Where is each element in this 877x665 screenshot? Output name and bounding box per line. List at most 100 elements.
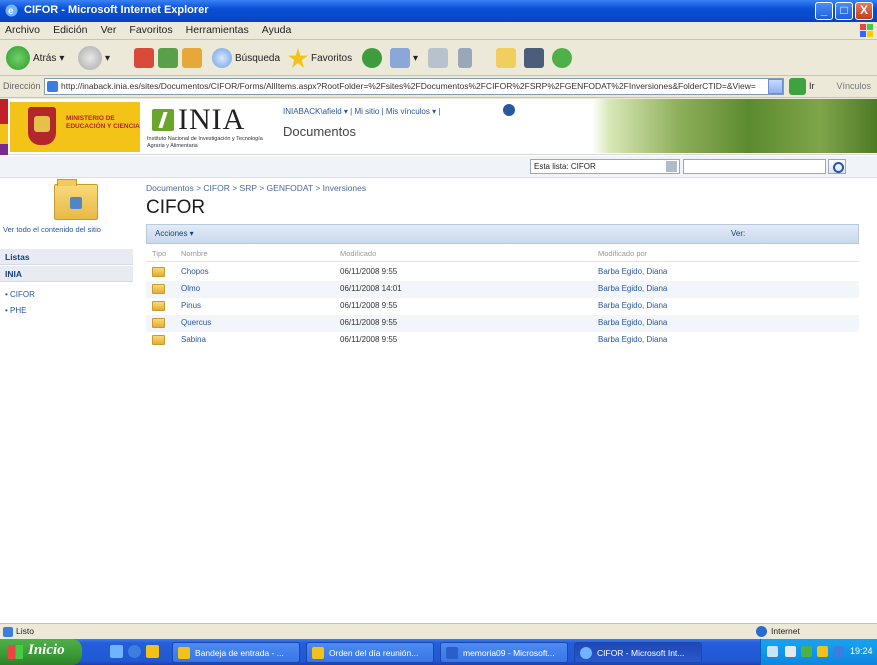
network-icon[interactable] [801,646,812,657]
search-scope-select[interactable]: Esta lista: CIFOR [530,159,680,174]
help-icon[interactable] [503,104,515,116]
site-title[interactable]: Documentos [283,124,356,139]
back-button[interactable]: Atrás ▾ [6,44,64,72]
folder-icon [152,318,165,328]
favorites-button[interactable]: Favoritos [288,44,352,72]
magnifier-icon [212,48,232,68]
row-name[interactable]: Quercus [181,318,211,327]
chevron-down-icon: ▾ [59,52,65,64]
taskbar-item-word[interactable]: memoria09 - Microsoft... [440,642,568,663]
taskbar-item-inbox[interactable]: Bandeja de entrada - ... [172,642,300,663]
home-icon [182,48,202,68]
chevron-down-icon: ▾ [413,52,419,64]
actions-menu[interactable]: Acciones ▾ [155,229,194,238]
site-header: MINISTERIO DE EDUCACIÓN Y CIENCIA INIA I… [0,99,877,155]
row-name[interactable]: Sabina [181,335,206,344]
edit-button[interactable] [458,44,472,72]
breadcrumb[interactable]: Documentos > CIFOR > SRP > GENFODAT > In… [146,183,366,193]
menu-archivo[interactable]: Archivo [0,22,45,38]
clock[interactable]: 19:24 [850,646,873,656]
coat-of-arms-icon [28,107,56,145]
nav-item-phe[interactable]: • PHE [5,306,26,315]
nav-header-lists[interactable]: Listas [0,249,133,265]
row-modified: 06/11/2008 9:55 [340,267,398,276]
search-go-icon[interactable] [828,159,846,174]
show-desktop-icon[interactable] [110,645,123,658]
row-name[interactable]: Olmo [181,284,200,293]
start-button[interactable]: Inicio [0,639,82,665]
outlook-icon [178,647,190,659]
back-arrow-icon [6,46,30,70]
tray-app-icon[interactable] [833,646,844,657]
refresh-button[interactable] [158,44,178,72]
tray-app-icon[interactable] [817,646,828,657]
user-links[interactable]: INIABACK\afield ▾ | Mi sitio | Mis víncu… [283,107,440,116]
close-button[interactable]: X [855,2,873,20]
web-page: MINISTERIO DE EDUCACIÓN Y CIENCIA INIA I… [0,99,877,623]
favorites-label: Favoritos [311,52,353,64]
task-label: CIFOR - Microsoft Int... [597,648,685,658]
go-button[interactable]: Ir [809,81,815,91]
taskbar-item-agenda[interactable]: Orden del día reunión... [306,642,434,663]
taskbar-item-ie[interactable]: CIFOR - Microsoft Int... [574,642,702,663]
col-type[interactable]: Tipo [152,249,166,258]
nav-header-inia[interactable]: INIA [0,266,133,282]
messenger-button[interactable] [552,44,572,72]
print-icon [428,48,448,68]
stop-button[interactable] [134,44,154,72]
row-modified-by[interactable]: Barba Egido, Diana [598,318,667,327]
chevron-down-icon: ▾ [105,52,111,64]
inia-logo-text[interactable]: INIA [178,103,245,137]
maximize-button[interactable]: □ [835,2,853,20]
history-button[interactable] [362,44,382,72]
table-row[interactable]: Quercus 06/11/2008 9:55 Barba Egido, Dia… [146,315,859,332]
folder-button[interactable] [496,44,516,72]
language-icon[interactable] [767,646,778,657]
svg-text:e: e [8,6,14,17]
address-dropdown-button[interactable] [768,79,783,94]
table-row[interactable]: Sabina 06/11/2008 9:55 Barba Egido, Dian… [146,332,859,349]
search-input[interactable] [683,159,826,174]
research-button[interactable] [524,44,544,72]
menu-herramientas[interactable]: Herramientas [181,22,254,38]
security-zone[interactable]: Internet [771,626,800,636]
globe-icon [756,626,767,637]
row-modified-by[interactable]: Barba Egido, Diana [598,284,667,293]
col-modified-by[interactable]: Modificado por [598,249,647,258]
view-all-content-link[interactable]: Ver todo el contenido del sitio [3,225,131,234]
title-bar[interactable]: e CIFOR - Microsoft Internet Explorer _ … [0,0,877,22]
menu-ver[interactable]: Ver [96,22,122,38]
address-input[interactable]: http://inaback.inia.es/sites/Documentos/… [44,78,784,95]
table-row[interactable]: Pinus 06/11/2008 9:55 Barba Egido, Diana [146,298,859,315]
view-selector[interactable]: Ver: [731,229,745,238]
menu-ayuda[interactable]: Ayuda [257,22,297,38]
mail-button[interactable]: ▾ [390,44,418,72]
folder-icon [152,301,165,311]
table-row[interactable]: Olmo 06/11/2008 14:01 Barba Egido, Diana [146,281,859,298]
row-name[interactable]: Chopos [181,267,209,276]
links-button[interactable]: Vínculos [836,81,871,91]
forward-button[interactable]: ▾ [78,44,110,72]
go-arrow-icon[interactable] [789,78,806,95]
minimize-button[interactable]: _ [815,2,833,20]
chevron-down-icon [666,161,677,172]
history-icon [362,48,382,68]
volume-icon[interactable] [785,646,796,657]
row-name[interactable]: Pinus [181,301,201,310]
address-label: Dirección [3,81,41,91]
print-button[interactable] [428,44,448,72]
ministry-logo[interactable]: MINISTERIO DE EDUCACIÓN Y CIENCIA [10,102,140,152]
outlook-quicklaunch-icon[interactable] [146,645,159,658]
col-modified[interactable]: Modificado [340,249,376,258]
nav-item-cifor[interactable]: • CIFOR [5,290,35,299]
row-modified-by[interactable]: Barba Egido, Diana [598,301,667,310]
row-modified-by[interactable]: Barba Egido, Diana [598,267,667,276]
col-name[interactable]: Nombre [181,249,208,258]
table-row[interactable]: Chopos 06/11/2008 9:55 Barba Egido, Dian… [146,264,859,281]
menu-favoritos[interactable]: Favoritos [124,22,177,38]
home-button[interactable] [182,44,202,72]
ie-quicklaunch-icon[interactable] [128,645,141,658]
menu-edicion[interactable]: Edición [48,22,92,38]
search-button[interactable]: Búsqueda [212,44,280,72]
row-modified-by[interactable]: Barba Egido, Diana [598,335,667,344]
